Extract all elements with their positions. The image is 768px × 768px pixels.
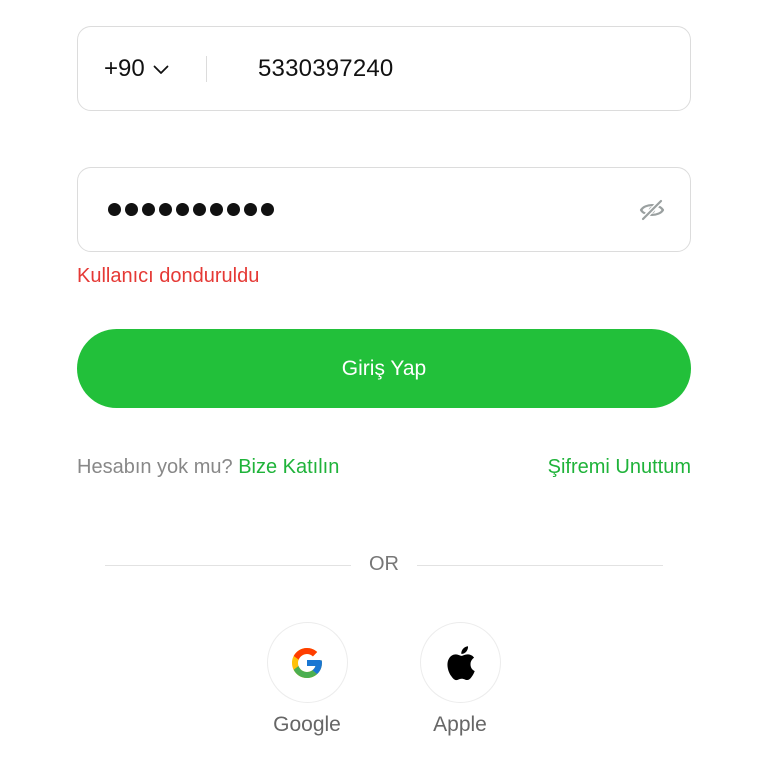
country-code-selector[interactable]: +90 [104, 27, 169, 110]
password-dot [176, 203, 189, 216]
password-dot [210, 203, 223, 216]
password-dot [142, 203, 155, 216]
country-code: +90 [104, 54, 145, 82]
login-screen: +90 5330397240 Kullanıcı donduruldu Giri… [0, 0, 768, 768]
signup-prompt: Hesabın yok mu? [77, 456, 233, 478]
signup-link[interactable]: Bize Katılın [238, 456, 339, 478]
login-button[interactable]: Giriş Yap [77, 329, 691, 408]
password-dot [108, 203, 121, 216]
password-dot [227, 203, 240, 216]
field-divider [206, 56, 207, 82]
password-dot [193, 203, 206, 216]
password-dot [159, 203, 172, 216]
phone-field[interactable]: +90 5330397240 [77, 26, 691, 111]
eye-off-icon[interactable] [638, 198, 666, 222]
password-dot [244, 203, 257, 216]
password-dot [125, 203, 138, 216]
signup-row: Hesabın yok mu? Bize Katılın [77, 456, 339, 479]
google-login-button[interactable]: Google [252, 622, 362, 737]
forgot-password-link[interactable]: Şifremi Unuttum [548, 456, 691, 479]
apple-label: Apple [433, 713, 487, 736]
google-icon [292, 647, 322, 678]
apple-circle[interactable] [419, 622, 501, 703]
or-divider-text: OR [369, 553, 399, 575]
apple-icon [447, 645, 475, 680]
password-field[interactable] [77, 167, 691, 252]
error-message: Kullanıcı donduruldu [77, 265, 260, 287]
phone-number-input[interactable]: 5330397240 [258, 27, 393, 110]
password-dot [261, 203, 274, 216]
password-input[interactable] [108, 168, 274, 251]
apple-login-button[interactable]: Apple [405, 622, 515, 737]
chevron-down-icon [153, 65, 169, 74]
divider-right [417, 565, 663, 566]
google-label: Google [273, 713, 341, 736]
google-circle[interactable] [266, 622, 348, 703]
divider-left [105, 565, 351, 566]
